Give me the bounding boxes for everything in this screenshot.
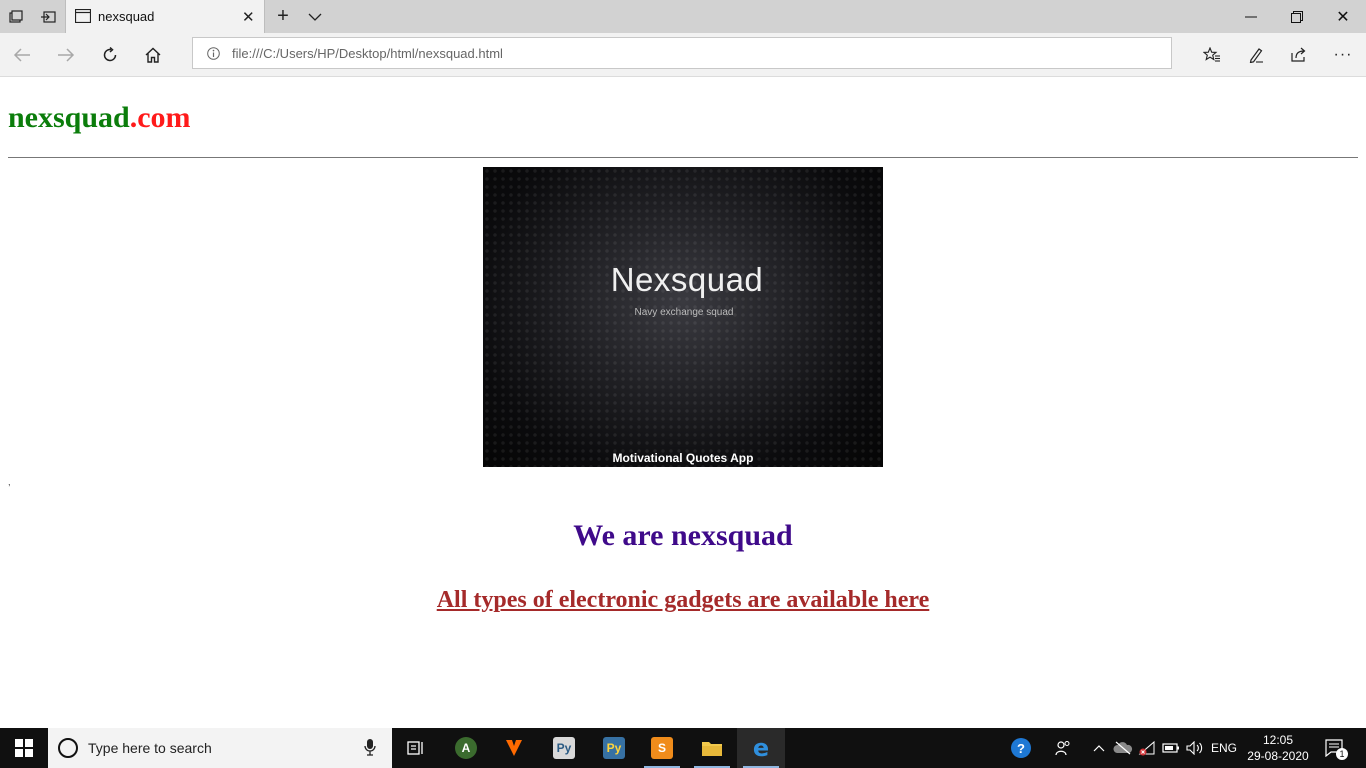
notification-count-badge: 1 [1336,748,1348,760]
system-clock[interactable]: 12:05 29-08-2020 [1240,732,1316,764]
windows-start-icon[interactable] [0,728,48,768]
site-title: nexsquad.com [8,101,191,135]
banner-title: Nexsquad [610,261,764,298]
new-tab-icon[interactable]: + [267,0,299,33]
banner-footer: Motivational Quotes App [612,451,754,465]
forward-arrow-icon[interactable] [49,38,83,72]
pen-notes-icon[interactable] [1239,38,1273,72]
minimize-icon[interactable] [1228,0,1274,33]
browser-toolbar: file:///C:/Users/HP/Desktop/html/nexsqua… [0,33,1366,77]
stray-mark: , [8,477,11,487]
taskbar-search-box[interactable]: Type here to search [48,728,392,768]
android-studio-icon[interactable]: A [442,728,490,768]
close-window-icon[interactable]: ✕ [1320,0,1366,33]
subheading: All types of electronic gadgets are avai… [436,587,930,613]
url-text[interactable]: file:///C:/Users/HP/Desktop/html/nexsqua… [232,46,503,61]
restore-icon[interactable] [1274,0,1320,33]
info-icon[interactable] [207,47,220,65]
vlc-app-icon[interactable] [490,728,538,768]
back-arrow-icon[interactable] [5,38,39,72]
onedrive-offline-icon[interactable] [1112,728,1134,768]
close-tab-icon[interactable]: ✕ [242,8,255,26]
page-icon [74,8,92,28]
people-icon[interactable] [1050,728,1076,768]
set-tabs-aside-icon[interactable] [32,0,64,33]
share-icon[interactable] [1282,38,1316,72]
volume-icon[interactable] [1184,728,1206,768]
task-view-icon[interactable] [392,728,440,768]
site-name: nexsquad [8,101,130,134]
home-icon[interactable] [136,38,170,72]
help-icon[interactable]: ? [1006,728,1036,768]
search-placeholder: Type here to search [88,740,212,756]
banner-image: Nexsquad Navy exchange squad Motivationa… [483,167,883,467]
tab-actions-icon[interactable] [0,0,32,33]
python-installer-icon[interactable]: Py [540,728,588,768]
show-hidden-icons-chevron-icon[interactable] [1090,728,1108,768]
notifications-icon[interactable]: 1 [1320,728,1350,768]
input-language[interactable]: ENG [1208,728,1240,768]
network-disconnected-icon[interactable] [1136,728,1158,768]
battery-icon[interactable] [1160,728,1182,768]
site-tld: .com [129,101,191,134]
address-bar[interactable]: file:///C:/Users/HP/Desktop/html/nexsqua… [192,37,1172,69]
tab-preview-chevron-icon[interactable] [299,0,331,33]
edge-browser-icon[interactable]: e [737,728,785,768]
sublime-text-icon[interactable]: S [638,728,686,768]
microphone-icon[interactable] [364,738,376,760]
file-explorer-icon[interactable] [688,728,736,768]
refresh-icon[interactable] [93,38,127,72]
clock-date: 29-08-2020 [1247,749,1309,763]
browser-tab-bar: nexsquad ✕ + ✕ [0,0,1366,33]
web-page: nexsquad.com Nexsquad Navy exchange squa… [0,77,1366,728]
clock-time: 12:05 [1262,733,1294,747]
horizontal-rule [8,157,1358,158]
windows-taskbar: Type here to search A Py Py S e ? ENG 12… [0,728,1366,768]
cortana-icon [58,738,78,758]
main-heading: We are nexsquad [573,519,793,552]
banner-subtitle: Navy exchange squad [634,307,734,318]
favorites-star-icon[interactable] [1195,38,1229,72]
more-options-icon[interactable]: ··· [1326,38,1360,72]
tab-title: nexsquad [98,9,155,24]
tab-nexsquad[interactable]: nexsquad ✕ [65,0,265,33]
python-idle-icon[interactable]: Py [590,728,638,768]
